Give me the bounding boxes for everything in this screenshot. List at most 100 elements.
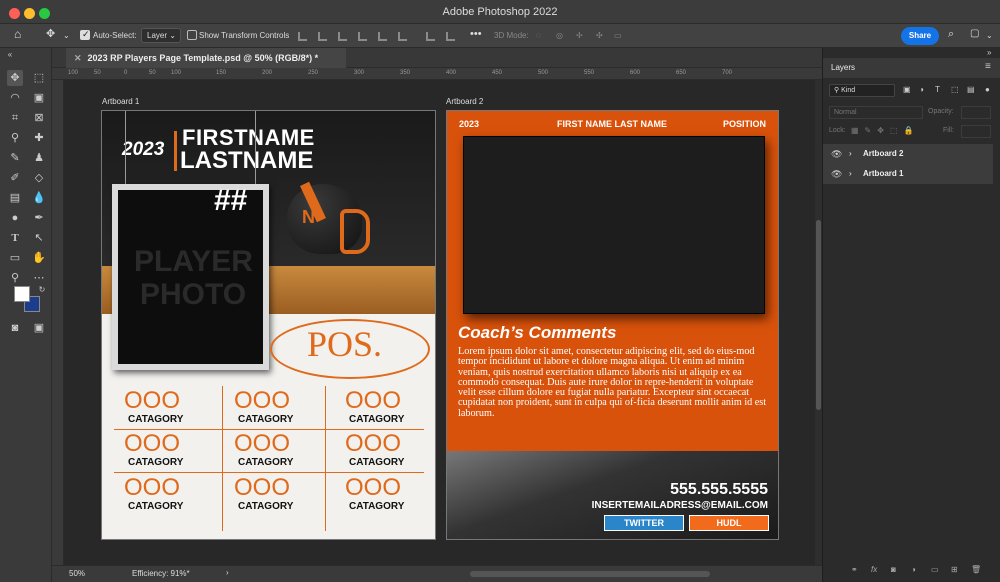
opacity-field[interactable] (961, 106, 991, 119)
ruler-tick: 50 (149, 70, 156, 76)
type-tool-icon[interactable]: T (7, 230, 23, 246)
screen-mode-icon[interactable]: ▣ (31, 320, 47, 336)
hand-tool-icon[interactable]: ✋ (31, 250, 47, 266)
swap-colors-icon[interactable]: ↻ (34, 282, 50, 298)
new-layer-icon[interactable]: ⊞ (951, 565, 958, 574)
trash-icon[interactable]: 🗑 (971, 565, 981, 574)
fx-icon[interactable]: fx (871, 565, 877, 574)
artboard-tool-icon[interactable]: ⬚ (31, 70, 47, 86)
vertical-scrollbar[interactable] (815, 80, 822, 565)
chevron-right-icon[interactable]: › (849, 144, 852, 164)
auto-select-dropdown[interactable]: Layer ⌄ (141, 28, 181, 43)
auto-select-checkbox[interactable] (80, 29, 90, 40)
layer-row-artboard-2[interactable]: 👁 › Artboard 2 (823, 144, 993, 164)
zoom-level[interactable]: 50% (69, 569, 85, 578)
align-top-icon[interactable] (358, 32, 367, 41)
show-transform-checkbox[interactable] (187, 30, 197, 40)
align-middle-icon[interactable] (378, 32, 387, 41)
home-icon[interactable]: ⌂ (14, 27, 21, 41)
close-tab-icon[interactable]: ✕ (74, 53, 82, 63)
artboard1-label[interactable]: Artboard 1 (102, 97, 139, 106)
last-name-text: LASTNAME (180, 147, 314, 174)
distribute-icon[interactable] (426, 32, 435, 41)
fill-field[interactable] (961, 125, 991, 138)
blur-tool-icon[interactable]: 💧 (31, 190, 47, 206)
panel-menu-icon[interactable]: ≡ (985, 61, 991, 72)
document-tab[interactable]: ✕ 2023 RP Players Page Template.psd @ 50%… (66, 48, 346, 68)
kind-filter-dropdown[interactable]: ⚲ Kind (829, 84, 895, 97)
healing-brush-icon[interactable]: ✚ (31, 130, 47, 146)
name-text: FIRST NAME LAST NAME (557, 119, 667, 129)
clone-stamp-icon[interactable]: ♟ (31, 150, 47, 166)
lasso-tool-icon[interactable]: ◠ (7, 90, 23, 106)
blend-mode-dropdown[interactable]: Normal (829, 106, 923, 119)
adjustment-layer-icon[interactable]: ◑ (911, 565, 916, 574)
layers-panel: » Layers ≡ ⚲ Kind ▣ ◑ T ⬚ ▤ ● Normal Opa… (822, 48, 1000, 582)
align-bottom-icon[interactable] (398, 32, 407, 41)
align-right-icon[interactable] (338, 32, 347, 41)
chevron-down-icon[interactable]: ⌄ (63, 29, 70, 43)
share-button[interactable]: Share (901, 27, 939, 45)
crop-tool-icon[interactable]: ⌗ (7, 110, 23, 126)
align-center-icon[interactable] (318, 32, 327, 41)
frame-tool-icon[interactable]: ⊠ (31, 110, 47, 126)
dodge-tool-icon[interactable]: ● (7, 210, 23, 226)
brush-tool-icon[interactable]: ✎ (7, 150, 23, 166)
filter-shape-icon[interactable]: ⬚ (951, 85, 959, 94)
workspace-icon[interactable]: ▢ (970, 27, 979, 41)
orbit-3d-icon[interactable]: ◌ (536, 29, 541, 43)
slide-3d-icon[interactable]: ✣ (596, 29, 603, 43)
chevron-right-icon[interactable]: › (849, 164, 852, 184)
show-transform-label: Show Transform Controls (199, 31, 290, 40)
new-group-icon[interactable]: ▭ (931, 565, 939, 574)
roll-3d-icon[interactable]: ◎ (556, 29, 563, 43)
ruler-tick: 200 (262, 70, 273, 76)
filter-pixel-icon[interactable]: ▣ (903, 85, 911, 94)
scale-3d-icon[interactable]: ▭ (614, 29, 622, 43)
filter-type-icon[interactable]: T (935, 85, 940, 94)
move-tool-icon[interactable]: ✥ (7, 70, 23, 86)
layer-name: Artboard 1 (863, 169, 904, 178)
chevron-down-icon[interactable]: ⌄ (986, 29, 993, 43)
align-left-icon[interactable] (298, 32, 307, 41)
position-text: POS. (307, 324, 383, 364)
layers-tab[interactable]: Layers (831, 63, 855, 72)
hudl-button: HUDL (689, 515, 769, 531)
more-options-icon[interactable]: ••• (470, 27, 482, 41)
visibility-eye-icon[interactable]: 👁 (831, 164, 842, 184)
zoom-tool-icon[interactable]: ⚲ (7, 270, 23, 286)
quick-mask-icon[interactable]: ◙ (7, 320, 23, 336)
history-brush-icon[interactable]: ✐ (7, 170, 23, 186)
stat-label: CATAGORY (238, 457, 294, 468)
collapse-panel-icon[interactable]: » (987, 48, 991, 57)
eraser-tool-icon[interactable]: ◇ (31, 170, 47, 186)
horizontal-scrollbar-thumb[interactable] (470, 571, 710, 577)
eyedropper-icon[interactable]: ⚲ (7, 130, 23, 146)
move-tool-icon[interactable]: ✥ (46, 27, 55, 41)
chevron-right-icon[interactable]: › (226, 568, 229, 577)
scrollbar-thumb[interactable] (816, 220, 821, 410)
layer-row-artboard-1[interactable]: 👁 › Artboard 1 (823, 164, 993, 184)
link-layers-icon[interactable]: ⚭ (851, 565, 858, 574)
lock-icons[interactable]: ▦✎✥⬚🔒 (851, 126, 919, 135)
stat-label: CATAGORY (349, 414, 405, 425)
search-icon[interactable]: ⌕ (948, 27, 954, 41)
filter-smart-icon[interactable]: ▤ (967, 85, 975, 94)
shape-tool-icon[interactable]: ▭ (7, 250, 23, 266)
artboard-2[interactable]: 2023 FIRST NAME LAST NAME POSITION Coach… (446, 110, 779, 540)
path-select-icon[interactable]: ↖ (31, 230, 47, 246)
filter-adjust-icon[interactable]: ◑ (919, 85, 924, 94)
collapse-icon[interactable]: « (2, 50, 18, 60)
pen-tool-icon[interactable]: ✒ (31, 210, 47, 226)
visibility-eye-icon[interactable]: 👁 (831, 144, 842, 164)
artboard-1[interactable]: 2023 FIRSTNAME LASTNAME PLAYER PHOTO ## … (101, 110, 436, 540)
twitter-button: TWITTER (604, 515, 684, 531)
gradient-tool-icon[interactable]: ▤ (7, 190, 23, 206)
add-mask-icon[interactable]: ◙ (891, 565, 896, 574)
distribute-icon[interactable] (446, 32, 455, 41)
foreground-color-swatch[interactable] (14, 286, 30, 302)
filter-toggle-icon[interactable]: ● (985, 85, 990, 94)
artboard2-label[interactable]: Artboard 2 (446, 97, 483, 106)
object-select-icon[interactable]: ▣ (31, 90, 47, 106)
drag-3d-icon[interactable]: ✢ (576, 29, 583, 43)
